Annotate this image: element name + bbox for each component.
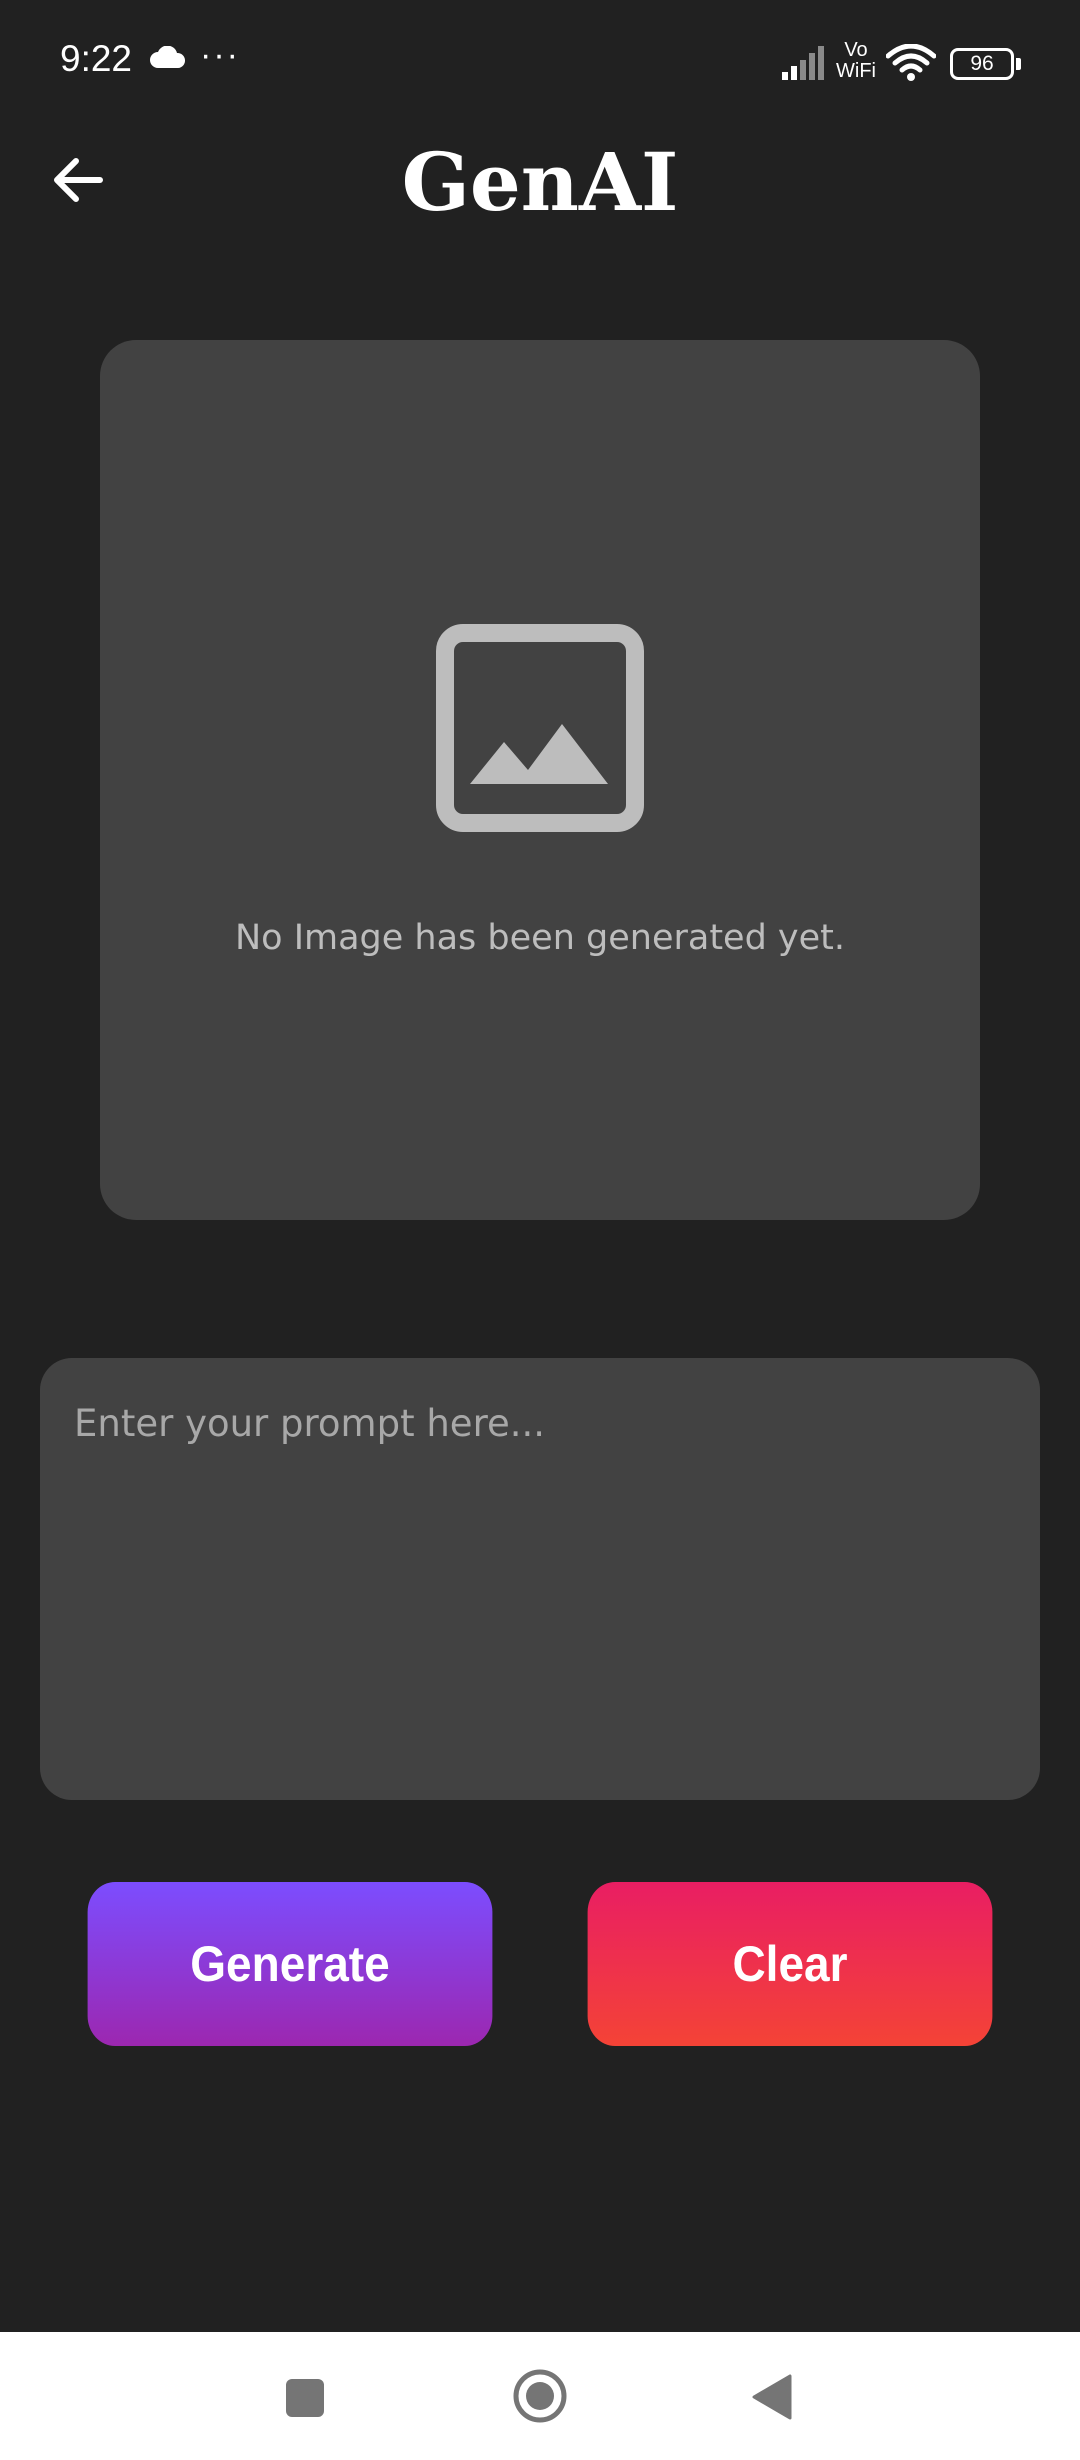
prompt-box[interactable] [40, 1358, 1040, 1800]
cloud-icon [150, 45, 186, 72]
battery-level: 96 [970, 52, 994, 75]
clear-button[interactable]: Clear [587, 1882, 993, 2046]
battery-tip [1016, 58, 1021, 70]
generate-button[interactable]: Generate [87, 1882, 493, 2046]
back-triangle-icon[interactable] [752, 2374, 792, 2420]
system-nav-bar [0, 2332, 1080, 2460]
status-time: 9:22 [60, 38, 133, 79]
empty-state-text: No Image has been generated yet. [234, 918, 846, 958]
battery-icon: 96 [950, 48, 1014, 80]
recents-icon[interactable] [286, 2379, 324, 2417]
vowifi-wifi: WiFi [836, 60, 876, 82]
generated-image-panel: No Image has been generated yet. [100, 340, 980, 1220]
prompt-input[interactable] [74, 1402, 1006, 1756]
wifi-icon [885, 43, 937, 86]
screen: 9:22 ··· Vo WiFi 96 GenAI No Image has b… [0, 0, 1080, 2460]
home-icon[interactable] [512, 2368, 568, 2424]
image-placeholder-icon [436, 624, 644, 832]
status-bar: 9:22 ··· Vo WiFi 96 [0, 0, 1080, 128]
more-notifications-icon: ··· [200, 36, 240, 74]
signal-icon [782, 44, 828, 84]
vowifi-icon: Vo WiFi [836, 40, 876, 82]
vowifi-vo: Vo [844, 39, 868, 61]
page-title: GenAI [401, 135, 679, 229]
